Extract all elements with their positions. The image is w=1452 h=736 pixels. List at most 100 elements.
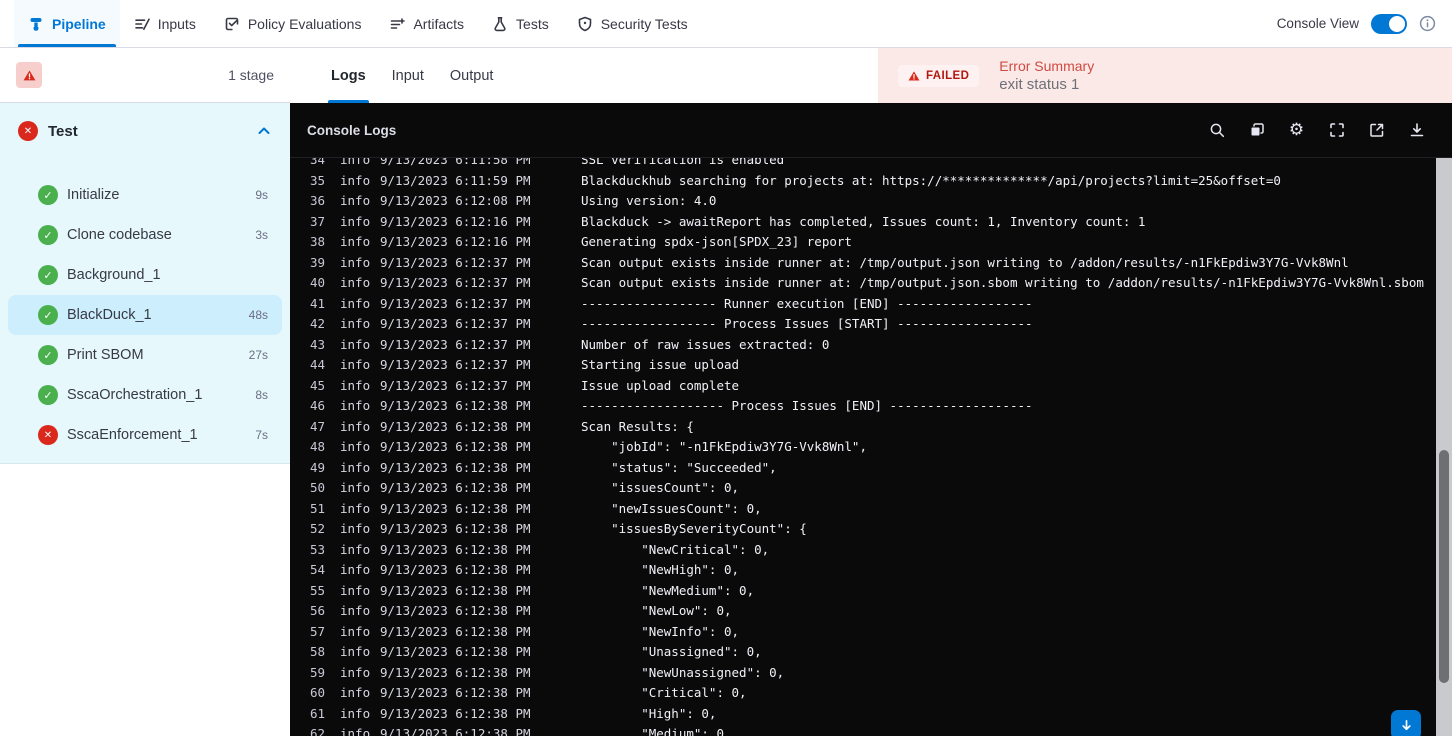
stage-name: Test bbox=[48, 122, 78, 140]
log-line: 42 info 9/13/2023 6:12:37 PM -----------… bbox=[290, 314, 1452, 335]
log-timestamp: 9/13/2023 6:12:38 PM bbox=[380, 418, 531, 434]
log-timestamp: 9/13/2023 6:12:38 PM bbox=[380, 726, 531, 736]
log-line-number: 47 bbox=[310, 418, 326, 434]
failed-label: FAILED bbox=[926, 69, 970, 82]
fullscreen-button[interactable] bbox=[1323, 117, 1350, 144]
log-line-number: 38 bbox=[310, 234, 326, 249]
step-row[interactable]: Print SBOM 27s bbox=[8, 335, 282, 375]
log-line-number: 51 bbox=[310, 500, 326, 516]
step-row[interactable]: Background_1 bbox=[8, 255, 282, 295]
step-duration: 9s bbox=[255, 188, 268, 202]
log-line-number: 45 bbox=[310, 377, 326, 393]
log-level: info bbox=[340, 316, 371, 331]
log-line-number: 37 bbox=[310, 213, 326, 229]
pipeline-icon bbox=[28, 16, 44, 32]
settings-icon: ⚙ bbox=[1288, 119, 1305, 140]
nav-tabs: Pipeline Inputs Policy Evaluations Artif… bbox=[0, 0, 702, 47]
step-name: SscaOrchestration_1 bbox=[67, 387, 203, 403]
log-line-number: 62 bbox=[310, 726, 326, 736]
log-message: Scan output exists inside runner at: /tm… bbox=[581, 275, 1424, 290]
log-message: ------------------ Runner execution [END… bbox=[581, 295, 1033, 311]
log-line: 47 info 9/13/2023 6:12:38 PM Scan Result… bbox=[290, 417, 1452, 438]
warning-triangle-icon bbox=[908, 70, 920, 82]
failed-status-badge: FAILED bbox=[898, 64, 980, 87]
detail-tab[interactable]: Input bbox=[379, 48, 437, 103]
nav-tab-label: Security Tests bbox=[600, 15, 688, 32]
log-level: info bbox=[340, 644, 371, 659]
detail-tab[interactable]: Logs bbox=[318, 48, 379, 103]
log-level: info bbox=[340, 254, 371, 270]
log-line-number: 53 bbox=[310, 541, 326, 557]
log-timestamp: 9/13/2023 6:11:58 PM bbox=[380, 158, 531, 167]
stage-row-test[interactable]: Test bbox=[0, 103, 290, 159]
log-line-number: 46 bbox=[310, 398, 326, 413]
log-message: "status": "Succeeded", bbox=[581, 459, 777, 475]
nav-tab[interactable]: Tests bbox=[478, 0, 563, 47]
log-line-number: 57 bbox=[310, 623, 326, 639]
nav-tab-label: Pipeline bbox=[52, 15, 106, 32]
step-status-icon bbox=[38, 185, 58, 205]
log-scrollbar-thumb[interactable] bbox=[1439, 450, 1449, 683]
step-row[interactable]: Initialize 9s bbox=[8, 175, 282, 215]
nav-right-controls: Console View bbox=[1277, 0, 1452, 47]
log-message: "NewLow": 0, bbox=[581, 603, 732, 618]
stage-section: Test Initialize 9s Clone codebase 3s Bac bbox=[0, 103, 290, 464]
fullscreen-icon bbox=[1329, 122, 1345, 138]
nav-tab[interactable]: Pipeline bbox=[14, 0, 120, 47]
log-line-number: 36 bbox=[310, 193, 326, 208]
log-line: 46 info 9/13/2023 6:12:38 PM -----------… bbox=[290, 396, 1452, 417]
error-texts: Error Summary exit status 1 bbox=[999, 58, 1094, 93]
pipeline-failed-badge bbox=[16, 62, 42, 88]
copy-button[interactable] bbox=[1243, 117, 1270, 144]
log-line: 50 info 9/13/2023 6:12:38 PM "issuesCoun… bbox=[290, 478, 1452, 499]
log-timestamp: 9/13/2023 6:12:37 PM bbox=[380, 275, 531, 290]
arrow-down-icon bbox=[1399, 718, 1414, 733]
log-timestamp: 9/13/2023 6:12:38 PM bbox=[380, 664, 531, 680]
step-name: Initialize bbox=[67, 187, 120, 203]
warning-triangle-icon bbox=[23, 69, 36, 82]
log-line: 57 info 9/13/2023 6:12:38 PM "NewInfo": … bbox=[290, 622, 1452, 643]
step-row[interactable]: SscaEnforcement_1 7s bbox=[8, 415, 282, 455]
log-message: ------------------- Process Issues [END]… bbox=[581, 398, 1033, 413]
console-view-toggle[interactable] bbox=[1371, 13, 1407, 34]
log-scrollbar[interactable] bbox=[1436, 158, 1452, 736]
console-toolbar: ⚙ bbox=[1203, 117, 1430, 144]
log-message: "NewCritical": 0, bbox=[581, 541, 770, 557]
log-timestamp: 9/13/2023 6:12:37 PM bbox=[380, 316, 531, 331]
log-level: info bbox=[340, 336, 371, 352]
collapse-stage-button[interactable] bbox=[256, 123, 272, 139]
log-line: 55 info 9/13/2023 6:12:38 PM "NewMedium"… bbox=[290, 581, 1452, 602]
step-row[interactable]: BlackDuck_1 48s bbox=[8, 295, 282, 335]
log-line: 59 info 9/13/2023 6:12:38 PM "NewUnassig… bbox=[290, 663, 1452, 684]
log-timestamp: 9/13/2023 6:12:38 PM bbox=[380, 644, 531, 659]
step-row[interactable]: SscaOrchestration_1 8s bbox=[8, 375, 282, 415]
step-row[interactable]: Clone codebase 3s bbox=[8, 215, 282, 255]
nav-tab[interactable]: Policy Evaluations bbox=[210, 0, 376, 47]
log-line-number: 50 bbox=[310, 480, 326, 495]
detail-tab-label: Output bbox=[449, 67, 494, 84]
nav-tab[interactable]: Artifacts bbox=[375, 0, 478, 47]
log-level: info bbox=[340, 685, 371, 700]
search-button[interactable] bbox=[1203, 117, 1230, 144]
log-line: 45 info 9/13/2023 6:12:37 PM Issue uploa… bbox=[290, 376, 1452, 397]
log-level: info bbox=[340, 275, 371, 290]
log-message: Issue upload complete bbox=[581, 377, 740, 393]
scroll-to-bottom-button[interactable] bbox=[1391, 710, 1421, 736]
settings-button[interactable]: ⚙ bbox=[1283, 117, 1310, 144]
detail-tab[interactable]: Output bbox=[437, 48, 507, 103]
step-duration: 27s bbox=[248, 348, 268, 362]
log-line: 41 info 9/13/2023 6:12:37 PM -----------… bbox=[290, 294, 1452, 315]
step-duration: 7s bbox=[255, 428, 268, 442]
log-timestamp: 9/13/2023 6:12:38 PM bbox=[380, 685, 531, 700]
open-in-new-button[interactable] bbox=[1363, 117, 1390, 144]
log-level: info bbox=[340, 603, 371, 618]
download-button[interactable] bbox=[1403, 117, 1430, 144]
nav-tab[interactable]: Inputs bbox=[120, 0, 210, 47]
log-line-number: 39 bbox=[310, 254, 326, 270]
console-logs-panel: Console Logs ⚙ 34 info 9/13/2023 6:11:58… bbox=[290, 103, 1452, 736]
info-icon[interactable] bbox=[1419, 15, 1436, 32]
log-message: "jobId": "-n1FkEpdiw3Y7G-Vvk8Wnl", bbox=[581, 439, 867, 454]
execution-sidebar: 1 stage Test Initialize 9s Clone codebas… bbox=[0, 48, 290, 736]
console-log-viewport[interactable]: 34 info 9/13/2023 6:11:58 PM SSL verific… bbox=[290, 158, 1452, 736]
nav-tab[interactable]: Security Tests bbox=[563, 0, 702, 47]
